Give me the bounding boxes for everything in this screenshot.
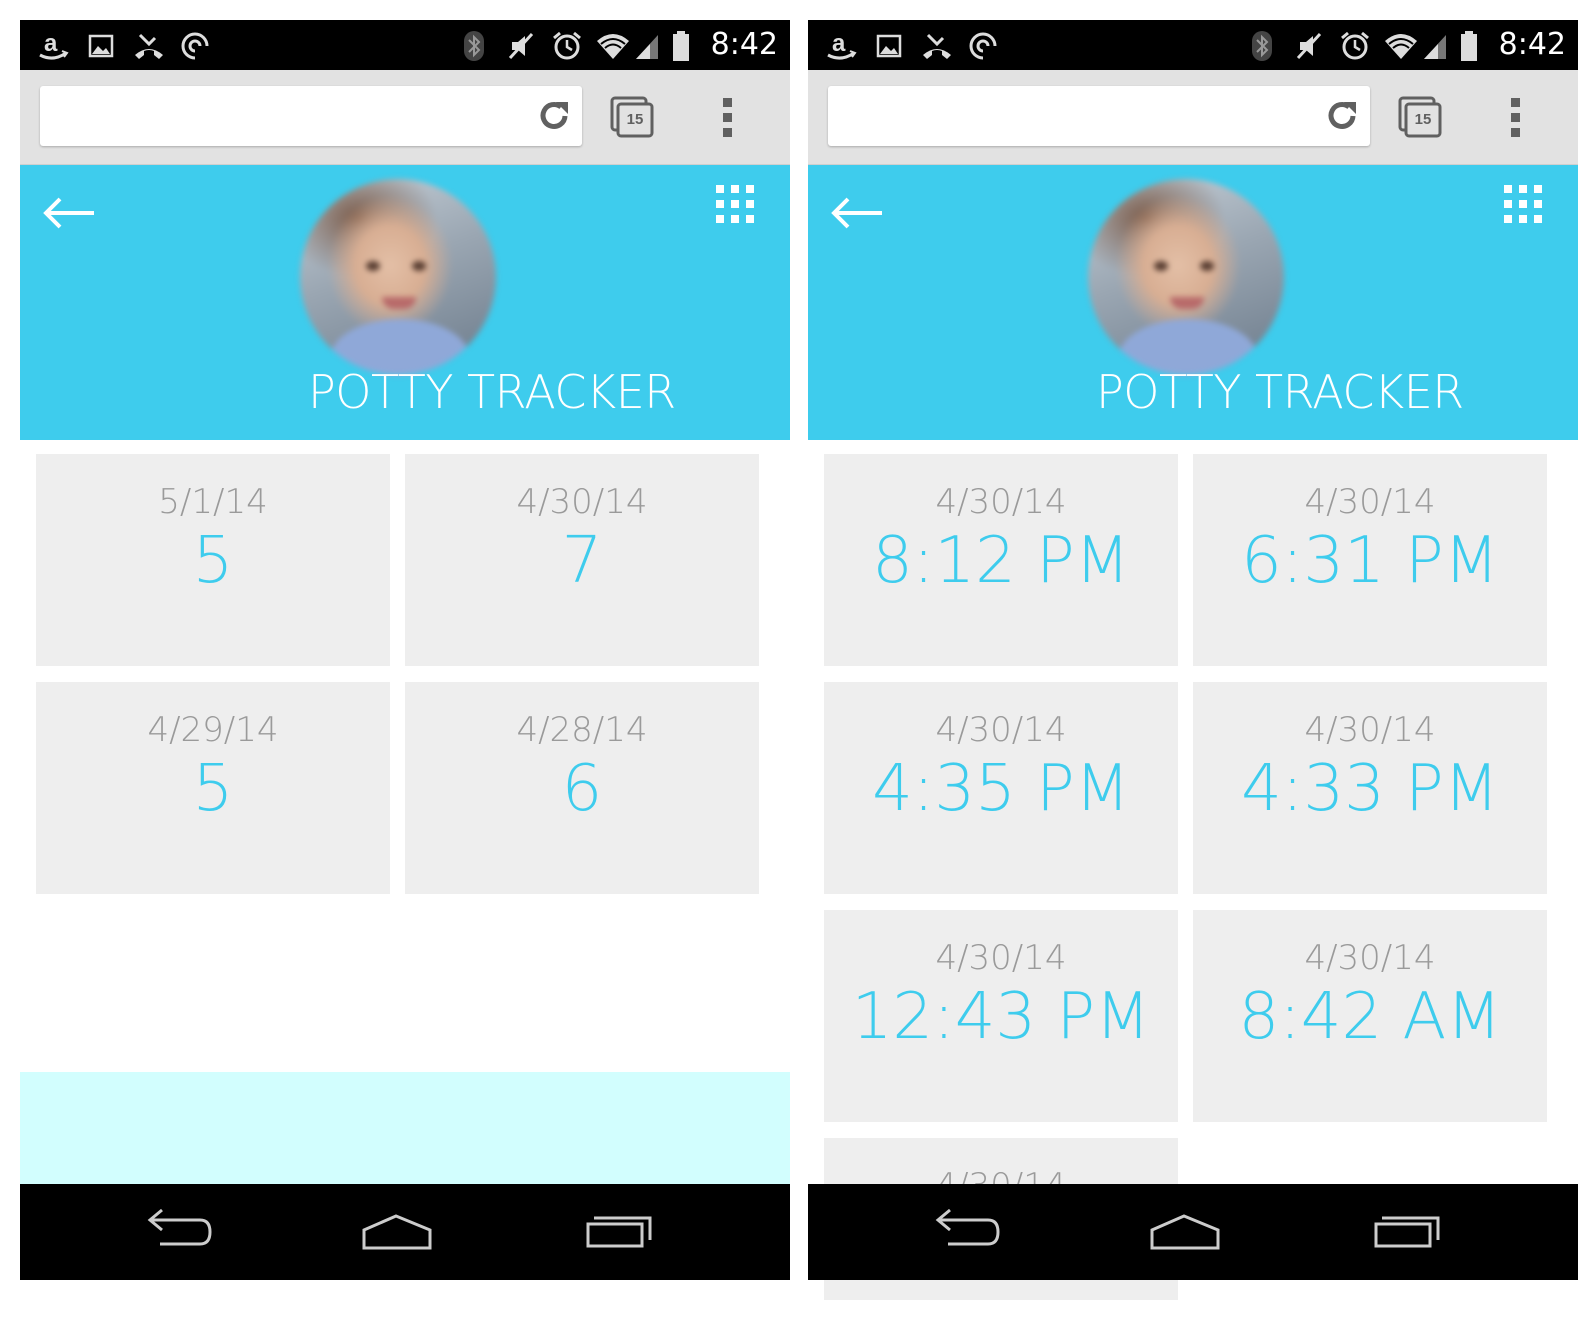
- tab-count: 15: [626, 111, 644, 128]
- gallery-icon: [872, 29, 906, 63]
- tile-date: 4/30/14: [1304, 938, 1436, 978]
- tile-time: 4:33 PM: [1241, 752, 1499, 826]
- sync-icon: [966, 29, 1000, 63]
- tile-date: 4/28/14: [516, 710, 648, 750]
- tile-date: 4/30/14: [516, 482, 648, 522]
- grid-menu-icon[interactable]: [714, 183, 758, 227]
- url-bar[interactable]: [828, 86, 1370, 146]
- clock-time: 8:42: [710, 27, 778, 62]
- tile-count: 7: [561, 524, 603, 598]
- back-nav-icon[interactable]: [926, 1206, 1006, 1256]
- day-tile[interactable]: 5/1/14 5: [36, 454, 390, 666]
- avatar: [1088, 179, 1284, 375]
- wifi-icon: [596, 29, 630, 63]
- svg-text:a: a: [44, 30, 58, 57]
- system-nav-bar: [20, 1184, 790, 1280]
- battery-icon: [1452, 29, 1486, 63]
- clock-time: 8:42: [1498, 27, 1566, 62]
- tile-date: 4/30/14: [1304, 710, 1436, 750]
- tile-time: 4:35 PM: [872, 752, 1130, 826]
- alarm-icon: [550, 29, 584, 63]
- tile-date: 4/29/14: [147, 710, 279, 750]
- event-tile[interactable]: 4/30/14 12:43 PM: [824, 910, 1178, 1122]
- tab-count: 15: [1414, 111, 1432, 128]
- url-input[interactable]: [54, 96, 518, 138]
- wifi-icon: [1384, 29, 1418, 63]
- app-header: POTTY TRACKER: [20, 165, 790, 440]
- back-arrow-icon[interactable]: [42, 193, 98, 233]
- svg-text:a: a: [832, 30, 846, 57]
- overflow-menu-icon[interactable]: [1508, 96, 1524, 140]
- tile-date: 4/30/14: [1304, 482, 1436, 522]
- grid-menu-icon[interactable]: [1502, 183, 1546, 227]
- mute-icon: [1292, 29, 1326, 63]
- back-arrow-icon[interactable]: [830, 193, 886, 233]
- tile-time: 8:42 AM: [1238, 980, 1502, 1054]
- tile-time: 6:31 PM: [1241, 524, 1499, 598]
- recents-nav-icon[interactable]: [1368, 1206, 1448, 1256]
- url-input[interactable]: [842, 96, 1306, 138]
- reload-icon[interactable]: [1322, 96, 1362, 136]
- browser-toolbar: 15: [20, 70, 790, 165]
- day-tile[interactable]: 4/30/14 7: [405, 454, 759, 666]
- url-bar[interactable]: [40, 86, 582, 146]
- system-nav-bar: [808, 1184, 1578, 1280]
- day-tile[interactable]: 4/28/14 6: [405, 682, 759, 894]
- missed-call-icon: [920, 29, 954, 63]
- tile-date: 4/30/14: [935, 938, 1067, 978]
- sync-icon: [178, 29, 212, 63]
- missed-call-icon: [132, 29, 166, 63]
- phone-screen-left: a 8:42 15 POTTY TRACKER 5/1/14 5 4/30/14…: [20, 20, 790, 1300]
- tile-count: 5: [192, 524, 234, 598]
- day-tile[interactable]: 4/29/14 5: [36, 682, 390, 894]
- back-nav-icon[interactable]: [138, 1206, 218, 1256]
- mute-icon: [504, 29, 538, 63]
- app-title: POTTY TRACKER: [308, 365, 676, 419]
- phone-screen-right: a 8:42 15 POTTY TRACKER 4/30/14 8:12 PM …: [808, 20, 1578, 1300]
- app-header: POTTY TRACKER: [808, 165, 1578, 440]
- event-tile[interactable]: 4/30/14 8:42 AM: [1193, 910, 1547, 1122]
- signal-icon: [630, 29, 664, 63]
- event-tile[interactable]: 4/30/14 4:35 PM: [824, 682, 1178, 894]
- tile-date: 5/1/14: [158, 482, 268, 522]
- alarm-icon: [1338, 29, 1372, 63]
- home-nav-icon[interactable]: [358, 1206, 438, 1256]
- tile-time: 8:12 PM: [872, 524, 1130, 598]
- gallery-icon: [84, 29, 118, 63]
- tile-time: 12:43 PM: [851, 980, 1151, 1054]
- bluetooth-icon: [457, 29, 491, 63]
- avatar: [300, 179, 496, 375]
- tab-switcher-button[interactable]: 15: [1398, 96, 1444, 140]
- status-bar: a 8:42: [20, 20, 790, 70]
- amazon-icon: a: [824, 29, 858, 63]
- event-tile[interactable]: 4/30/14 4:33 PM: [1193, 682, 1547, 894]
- footer-banner: [20, 1072, 790, 1184]
- home-nav-icon[interactable]: [1146, 1206, 1226, 1256]
- status-bar: a 8:42: [808, 20, 1578, 70]
- overflow-menu-icon[interactable]: [720, 96, 736, 140]
- app-title: POTTY TRACKER: [1096, 365, 1464, 419]
- event-tile[interactable]: 4/30/14 8:12 PM: [824, 454, 1178, 666]
- event-tile[interactable]: 4/30/14 6:31 PM: [1193, 454, 1547, 666]
- tab-switcher-button[interactable]: 15: [610, 96, 656, 140]
- tile-count: 5: [192, 752, 234, 826]
- bluetooth-icon: [1245, 29, 1279, 63]
- tile-count: 6: [561, 752, 603, 826]
- tile-date: 4/30/14: [935, 482, 1067, 522]
- battery-icon: [664, 29, 698, 63]
- recents-nav-icon[interactable]: [580, 1206, 660, 1256]
- signal-icon: [1418, 29, 1452, 63]
- browser-toolbar: 15: [808, 70, 1578, 165]
- tile-date: 4/30/14: [935, 710, 1067, 750]
- reload-icon[interactable]: [534, 96, 574, 136]
- amazon-icon: a: [36, 29, 70, 63]
